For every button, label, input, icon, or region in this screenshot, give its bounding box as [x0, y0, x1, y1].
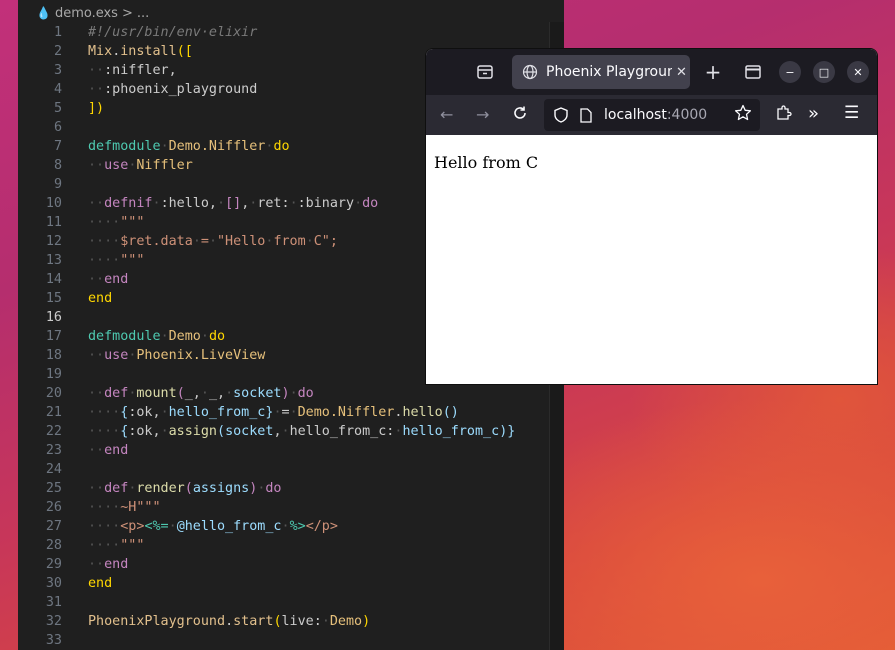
- reload-icon: [514, 106, 526, 119]
- hamburger-menu-icon[interactable]: ☰: [844, 103, 859, 123]
- code-line: 32 PhoenixPlayground.start(live:·Demo): [45, 614, 371, 629]
- code-line: 28 ····""": [45, 538, 145, 553]
- tab-list-button[interactable]: [742, 61, 764, 83]
- firefox-view-button[interactable]: [474, 61, 496, 83]
- breadcrumb: 💧 demo.exs > ...: [36, 4, 149, 22]
- window-icon: [745, 65, 761, 79]
- code-line: 1 #!/usr/bin/env·elixir: [53, 25, 258, 40]
- code-line: 24: [45, 462, 62, 477]
- code-line: 25 ··def·render(assigns)·do: [45, 481, 282, 496]
- overflow-menu-button[interactable]: »: [808, 103, 819, 124]
- maximize-button[interactable]: □: [813, 61, 835, 83]
- code-line: 27 ····<p><%=·@hello_from_c·%></p>: [45, 519, 338, 534]
- globe-icon: [522, 64, 538, 80]
- firefox-view-icon: [477, 65, 493, 79]
- code-line: 26 ····~H""": [45, 500, 161, 515]
- navigation-bar: ← → localhost:4000 » ☰: [426, 95, 877, 135]
- bookmark-star-button[interactable]: [734, 104, 752, 126]
- extensions-button[interactable]: [776, 105, 792, 125]
- tab-bar: Phoenix Playground ✕ + − □ ✕: [426, 49, 877, 95]
- close-tab-icon[interactable]: ✕: [676, 65, 687, 80]
- breadcrumb-more[interactable]: ...: [137, 6, 149, 21]
- code-line: 22 ····{:ok,·assign(socket,·hello_from_c:…: [45, 424, 516, 439]
- code-line: 21 ····{:ok,·hello_from_c}·=·Demo.Niffler…: [45, 405, 459, 420]
- code-line: 31: [45, 595, 62, 610]
- forward-button[interactable]: →: [476, 105, 489, 124]
- minimize-button[interactable]: −: [779, 61, 801, 83]
- elixir-file-icon: 💧: [36, 6, 51, 20]
- back-button[interactable]: ←: [440, 105, 453, 124]
- puzzle-icon: [777, 105, 792, 120]
- breadcrumb-file[interactable]: demo.exs: [55, 6, 118, 21]
- url-bar[interactable]: localhost:4000: [544, 99, 760, 131]
- star-icon: [734, 104, 752, 121]
- browser-window: Phoenix Playground ✕ + − □ ✕ ← → localho…: [425, 48, 878, 385]
- shield-icon[interactable]: [554, 107, 568, 123]
- url-host: localhost: [604, 107, 667, 123]
- url-port: :4000: [666, 107, 708, 123]
- code-line: 20 ··def·mount(_,·_,·socket)·do: [45, 386, 314, 401]
- close-window-button[interactable]: ✕: [847, 61, 869, 83]
- tab-title: Phoenix Playground: [546, 64, 672, 80]
- breadcrumb-separator: >: [121, 5, 133, 21]
- new-tab-button[interactable]: +: [702, 60, 724, 84]
- code-line: 33: [45, 633, 62, 648]
- hello-paragraph: Hello from C: [434, 153, 539, 172]
- tab-phoenix-playground[interactable]: Phoenix Playground ✕: [512, 55, 690, 89]
- code-line: 23 ··end: [45, 443, 129, 458]
- code-line: 30 end: [45, 576, 113, 591]
- page-content: Hello from C: [426, 135, 877, 172]
- reload-button[interactable]: [512, 105, 528, 125]
- code-line: 29 ··end: [45, 557, 129, 572]
- page-icon[interactable]: [580, 107, 592, 123]
